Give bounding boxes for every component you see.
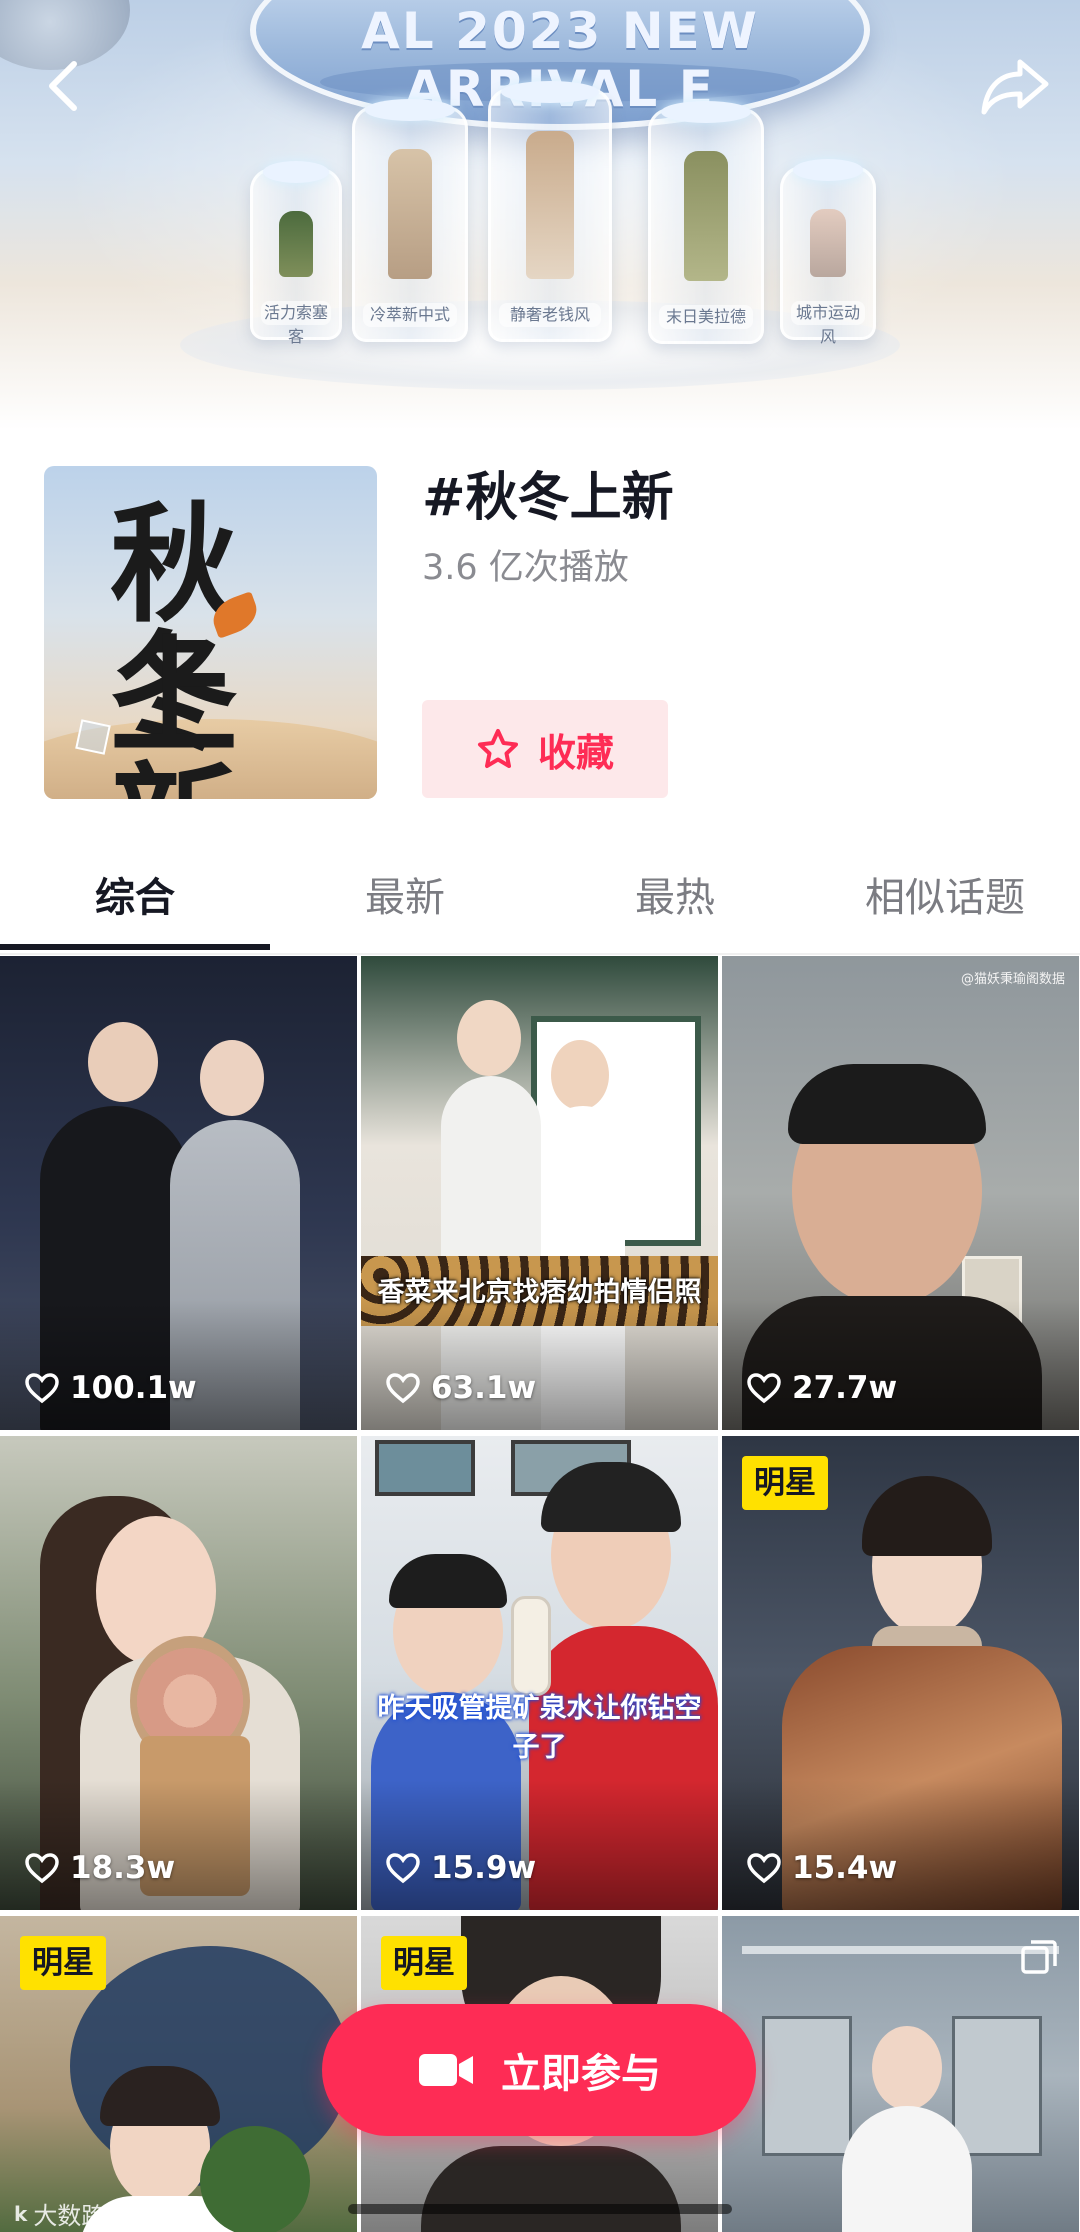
video-card[interactable]: 明星 15.4w: [722, 1436, 1079, 1910]
watermark-logo: k: [14, 2201, 28, 2226]
back-button[interactable]: [24, 46, 104, 126]
home-indicator[interactable]: [348, 2204, 732, 2214]
tabs-divider: [0, 953, 1080, 955]
like-count: 100.1w: [24, 1370, 197, 1406]
like-count-value: 100.1w: [70, 1370, 197, 1406]
topic-title: #秋冬上新: [422, 468, 674, 528]
like-count-value: 63.1w: [431, 1370, 537, 1406]
topic-cover-image: 秋冬 上新: [44, 466, 377, 799]
celebrity-badge: 明星: [742, 1456, 828, 1510]
display-tube: 活力索塞客: [250, 161, 342, 346]
corner-watermark: @猫妖秉瑜阁数据: [960, 972, 1065, 987]
watermark-text: 大数跨境: [33, 2202, 130, 2230]
join-now-button[interactable]: 立即参与: [322, 2004, 756, 2136]
topic-play-count: 3.6 亿次播放: [422, 548, 629, 588]
heart-outline-icon: [25, 1373, 59, 1404]
tube-tag: 冷萃新中式: [363, 303, 457, 327]
like-count-value: 18.3w: [70, 1850, 176, 1886]
join-now-label: 立即参与: [501, 2051, 661, 2097]
like-count-value: 15.4w: [792, 1850, 898, 1886]
heart-outline-icon: [386, 1373, 420, 1404]
like-count: 18.3w: [24, 1850, 175, 1886]
like-count: 63.1w: [385, 1370, 536, 1406]
topic-banner: AL 2023 NEW ARRIVAL E 活力索塞客 冷萃新中式 静奢老钱风 …: [0, 0, 1080, 430]
favorite-button[interactable]: 收藏: [422, 700, 668, 798]
star-outline-icon: [477, 729, 518, 768]
tab-bar: 综合 最新 最热 相似话题: [0, 852, 1080, 952]
tube-tag: 活力索塞客: [261, 301, 331, 346]
like-count-value: 15.9w: [431, 1850, 537, 1886]
tube-tag: 末日美拉德: [659, 305, 753, 329]
multi-image-icon: [1021, 1940, 1057, 1974]
cover-cube: [75, 719, 111, 755]
display-tube: 冷萃新中式: [352, 99, 468, 342]
tab-active-indicator: [0, 944, 270, 950]
celebrity-badge: 明星: [381, 1936, 467, 1990]
display-tube: 城市运动风: [780, 159, 876, 346]
video-card[interactable]: 昨天吸管提矿泉水让你钻空子了 15.9w: [361, 1436, 718, 1910]
share-arrow-icon: [981, 59, 1049, 115]
heart-outline-icon: [747, 1373, 781, 1404]
tab-similar-topics[interactable]: 相似话题: [810, 852, 1080, 944]
share-button[interactable]: [976, 46, 1056, 126]
video-card[interactable]: 18.3w: [0, 1436, 357, 1910]
like-count-value: 27.7w: [792, 1370, 898, 1406]
chevron-left-icon: [49, 61, 77, 111]
display-tube: 静奢老钱风: [488, 81, 612, 342]
like-count: 15.9w: [385, 1850, 536, 1886]
video-card[interactable]: @猫妖秉瑜阁数据 27.7w: [722, 956, 1079, 1430]
tab-latest[interactable]: 最新: [270, 852, 540, 944]
video-card[interactable]: 香菜来北京找痞幼拍情侣照 63.1w: [361, 956, 718, 1430]
tab-hottest[interactable]: 最热: [540, 852, 810, 944]
celebrity-badge: 明星: [20, 1936, 106, 1990]
video-card[interactable]: 100.1w: [0, 956, 357, 1430]
watermark: k 大数跨境: [14, 2196, 129, 2231]
display-tube: 末日美拉德: [648, 101, 764, 344]
heart-outline-icon: [747, 1853, 781, 1884]
like-count: 27.7w: [746, 1370, 897, 1406]
heart-outline-icon: [386, 1853, 420, 1884]
cover-title-line2: 上新: [110, 623, 238, 800]
video-camera-icon: [419, 2054, 473, 2086]
video-card[interactable]: 明星: [0, 1916, 357, 2232]
tube-tag: 静奢老钱风: [499, 303, 601, 327]
heart-outline-icon: [25, 1853, 59, 1884]
like-count: 15.4w: [746, 1850, 897, 1886]
video-caption: 昨天吸管提矿泉水让你钻空子了: [377, 1693, 702, 1763]
video-card[interactable]: [722, 1916, 1079, 2232]
tube-tag: 城市运动风: [791, 301, 865, 346]
favorite-label: 收藏: [537, 730, 614, 775]
tab-comprehensive[interactable]: 综合: [0, 852, 270, 944]
